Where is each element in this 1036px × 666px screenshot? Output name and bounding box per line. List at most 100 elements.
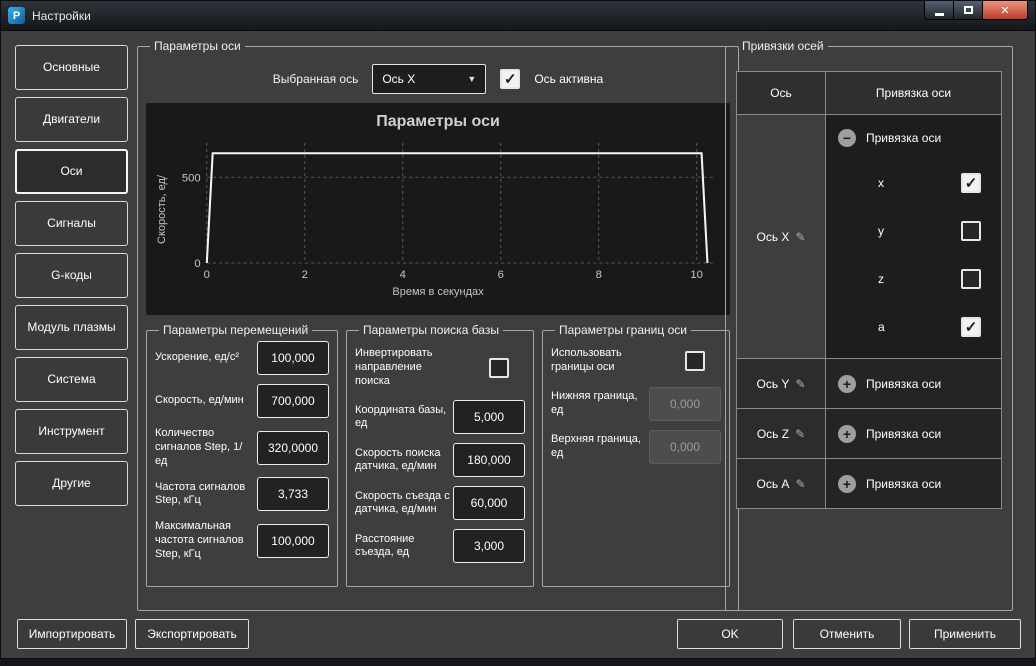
chevron-down-icon: ▼ bbox=[467, 74, 477, 84]
step-frequency-row: Частота сигналов Step, кГц bbox=[155, 477, 329, 512]
upper-limit-row: Верхняя граница, ед bbox=[551, 429, 721, 464]
chart-x-axis-label: Время в секундах bbox=[392, 286, 484, 298]
svg-text:4: 4 bbox=[400, 269, 406, 281]
import-button[interactable]: Импортировать bbox=[17, 619, 127, 649]
sidebar-item-tool[interactable]: Инструмент bbox=[15, 409, 128, 454]
axis-params-group: Параметры оси Выбранная ось Ось X ▼ Ось … bbox=[137, 39, 739, 611]
binding-y-toggle-label: Привязка оси bbox=[866, 376, 942, 391]
binding-letter-y: y bbox=[878, 224, 884, 238]
plus-circle-icon[interactable]: + bbox=[838, 474, 856, 493]
axis-speed-chart: Параметры оси Скорость, ед/ 0 2 4 6 8 10 0 500 … bbox=[146, 103, 730, 315]
expand-binding-z[interactable]: + Привязка оси bbox=[825, 408, 1001, 458]
binding-x-a-row: a bbox=[826, 303, 1001, 351]
speed-row: Скорость, ед/мин bbox=[155, 384, 329, 418]
speed-input[interactable] bbox=[257, 384, 329, 418]
max-step-frequency-label: Максимальная частота сигналов Step, кГц bbox=[155, 520, 244, 560]
lower-limit-row: Нижняя граница, ед bbox=[551, 386, 721, 421]
maximize-icon bbox=[963, 6, 973, 14]
sidebar-item-axes[interactable]: Оси bbox=[15, 149, 128, 194]
sidebar-item-motors[interactable]: Двигатели bbox=[15, 97, 128, 142]
chart-title: Параметры оси bbox=[376, 113, 500, 130]
axis-a-label: Ось A bbox=[756, 476, 790, 491]
axis-y-label: Ось Y bbox=[756, 376, 790, 391]
axis-y-cell: Ось Y ✎ bbox=[737, 358, 825, 408]
steps-per-unit-row: Количество сигналов Step, 1/ед bbox=[155, 427, 329, 468]
movement-params-group-title: Параметры перемещений bbox=[163, 323, 309, 337]
apply-button[interactable]: Применить bbox=[909, 619, 1021, 649]
sidebar-item-gcodes[interactable]: G-коды bbox=[15, 253, 128, 298]
binding-x-z-row: z bbox=[826, 255, 1001, 303]
edit-axis-a-icon[interactable]: ✎ bbox=[795, 477, 805, 491]
plus-circle-icon[interactable]: + bbox=[838, 374, 856, 393]
axis-x-cell: Ось X ✎ bbox=[737, 114, 825, 358]
column-header-binding: Привязка оси bbox=[825, 72, 1001, 114]
client-area: Основные Двигатели Оси Сигналы G-коды Мо… bbox=[1, 31, 1035, 658]
steps-per-unit-label: Количество сигналов Step, 1/ед bbox=[155, 427, 243, 467]
sidebar-item-signals[interactable]: Сигналы bbox=[15, 201, 128, 246]
binding-x-checkbox[interactable] bbox=[961, 173, 981, 193]
ok-button[interactable]: OK bbox=[677, 619, 783, 649]
svg-text:10: 10 bbox=[690, 269, 702, 281]
expand-binding-y[interactable]: + Привязка оси bbox=[825, 358, 1001, 408]
binding-z-checkbox[interactable] bbox=[961, 269, 981, 289]
minus-circle-icon[interactable]: − bbox=[838, 129, 856, 147]
axis-z-cell: Ось Z ✎ bbox=[737, 408, 825, 458]
use-limits-row: Использовать границы оси bbox=[551, 347, 705, 375]
lower-limit-input[interactable] bbox=[649, 386, 721, 421]
plus-circle-icon[interactable]: + bbox=[838, 424, 856, 443]
step-frequency-label: Частота сигналов Step, кГц bbox=[155, 480, 246, 507]
maximize-button[interactable] bbox=[954, 1, 982, 20]
selected-axis-label: Выбранная ось bbox=[272, 72, 359, 86]
collapse-binding-x[interactable]: − Привязка оси bbox=[826, 117, 1001, 159]
sidebar: Основные Двигатели Оси Сигналы G-коды Мо… bbox=[15, 45, 128, 506]
invert-search-checkbox[interactable] bbox=[489, 357, 509, 378]
chart-y-axis-label: Скорость, ед/ bbox=[156, 175, 168, 245]
binding-x-x-row: x bbox=[826, 159, 1001, 207]
invert-search-label: Инвертировать направление поиска bbox=[355, 347, 433, 387]
expand-binding-a[interactable]: + Привязка оси bbox=[825, 458, 1001, 508]
axis-active-checkbox[interactable] bbox=[500, 69, 521, 89]
step-frequency-input[interactable] bbox=[257, 477, 329, 512]
sidebar-item-other[interactable]: Другие bbox=[15, 461, 128, 506]
base-coordinate-input[interactable] bbox=[453, 400, 525, 435]
sensor-search-speed-row: Скорость поиска датчика, ед/мин bbox=[355, 443, 525, 478]
export-button[interactable]: Экспортировать bbox=[135, 619, 249, 649]
edit-axis-y-icon[interactable]: ✎ bbox=[795, 377, 805, 391]
minimize-button[interactable] bbox=[924, 1, 954, 20]
binding-row-z: Ось Z ✎ + Привязка оси bbox=[737, 408, 1001, 458]
binding-a-checkbox[interactable] bbox=[961, 317, 981, 337]
sidebar-item-plasma[interactable]: Модуль плазмы bbox=[15, 305, 128, 350]
binding-row-x: Ось X ✎ − Привязка оси x y bbox=[737, 114, 1001, 358]
max-step-frequency-input[interactable] bbox=[257, 523, 329, 558]
acceleration-input[interactable] bbox=[257, 341, 329, 375]
axis-limits-group-title: Параметры границ оси bbox=[559, 323, 687, 337]
leave-distance-input[interactable] bbox=[453, 529, 525, 564]
axis-params-group-title: Параметры оси bbox=[154, 39, 241, 53]
upper-limit-input[interactable] bbox=[649, 429, 721, 464]
base-coordinate-label: Координата базы, ед bbox=[355, 403, 447, 430]
sidebar-item-main[interactable]: Основные bbox=[15, 45, 128, 90]
binding-letter-a: a bbox=[878, 320, 885, 334]
window-title: Настройки bbox=[32, 8, 91, 23]
homing-params-group: Параметры поиска базы Инвертировать напр… bbox=[346, 323, 534, 587]
use-limits-checkbox[interactable] bbox=[685, 350, 705, 371]
close-button[interactable]: ✕ bbox=[982, 1, 1028, 20]
binding-y-checkbox[interactable] bbox=[961, 221, 981, 241]
sidebar-item-system[interactable]: Система bbox=[15, 357, 128, 402]
axis-bindings-table: Ось Привязка оси Ось X ✎ − Привязка оси bbox=[736, 71, 1002, 509]
steps-per-unit-input[interactable] bbox=[257, 430, 329, 465]
titlebar[interactable]: P Настройки ✕ bbox=[1, 1, 1035, 31]
selected-axis-dropdown[interactable]: Ось X ▼ bbox=[372, 64, 487, 94]
sensor-search-speed-input[interactable] bbox=[453, 443, 525, 478]
binding-letter-x: x bbox=[878, 176, 884, 190]
acceleration-row: Ускорение, ед/с² bbox=[155, 341, 329, 375]
edit-axis-x-icon[interactable]: ✎ bbox=[795, 230, 805, 244]
settings-window: P Настройки ✕ Основные Двигатели Оси Сиг… bbox=[0, 0, 1036, 659]
axis-limits-group: Параметры границ оси Использовать границ… bbox=[542, 323, 730, 587]
binding-row-y: Ось Y ✎ + Привязка оси bbox=[737, 358, 1001, 408]
edit-axis-z-icon[interactable]: ✎ bbox=[795, 427, 805, 441]
background-window-strip bbox=[0, 659, 1036, 666]
column-header-axis: Ось bbox=[737, 72, 825, 114]
sensor-leave-speed-input[interactable] bbox=[453, 486, 525, 521]
cancel-button[interactable]: Отменить bbox=[793, 619, 901, 649]
